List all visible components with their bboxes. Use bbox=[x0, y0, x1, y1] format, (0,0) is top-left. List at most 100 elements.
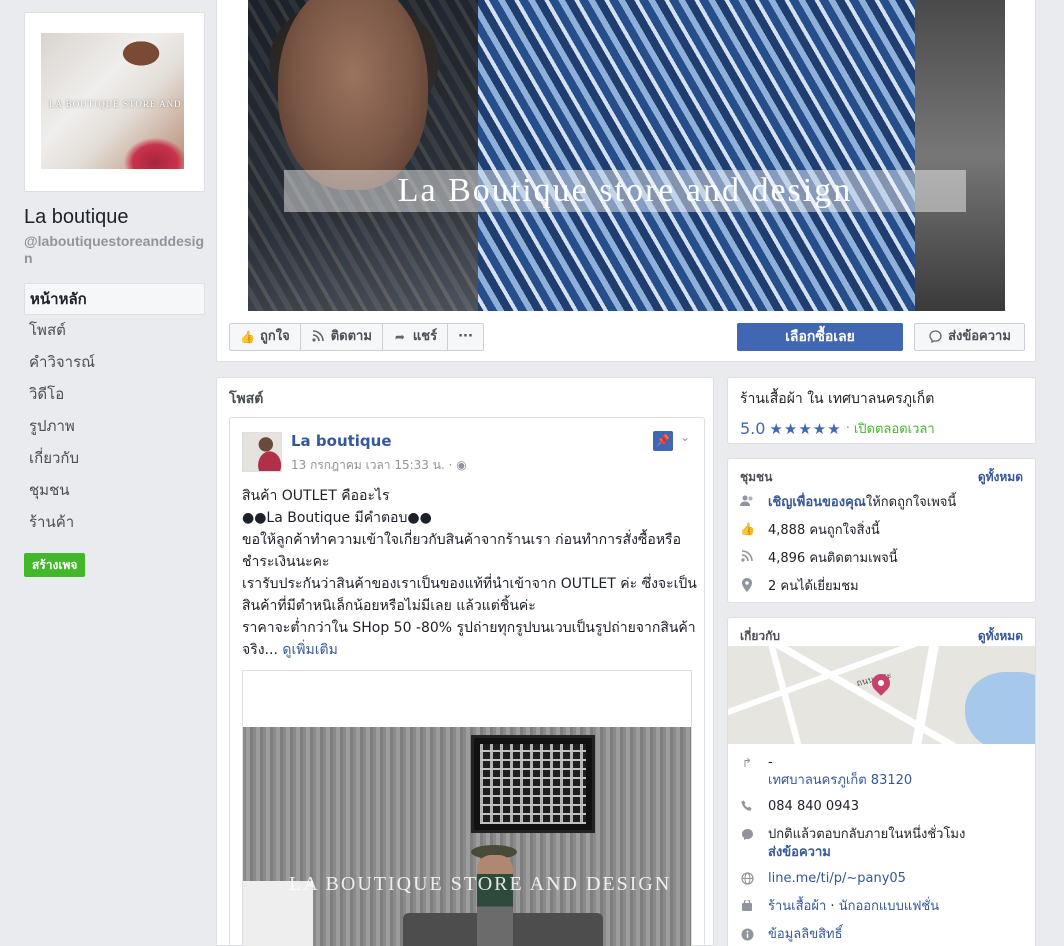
nav-item-photos[interactable]: รูปภาพ bbox=[24, 411, 205, 443]
about-card: เกี่ยวกับ ดูทั้งหมด ถนน กระ ↱ - เทศบาลนค… bbox=[727, 617, 1036, 946]
share-label: แชร์ bbox=[412, 329, 438, 344]
more-button[interactable]: ··· bbox=[447, 323, 484, 351]
shop-tag-icon bbox=[740, 898, 754, 914]
nav-item-reviews[interactable]: คำวิจารณ์ bbox=[24, 347, 205, 379]
address-city-link[interactable]: เทศบาลนครภูเก็ต 83120 bbox=[768, 772, 912, 790]
map-lake bbox=[965, 672, 1035, 744]
share-arrow-icon: ➦ bbox=[394, 330, 405, 344]
copyright-link[interactable]: ข้อมูลลิขสิทธิ์ bbox=[768, 926, 843, 944]
like-button[interactable]: 👍 ถูกใจ bbox=[229, 323, 301, 351]
globe-icon bbox=[740, 872, 754, 886]
post-avatar[interactable] bbox=[242, 432, 282, 472]
profile-photo: LA BOUTIQUE STORE AND DESIGN bbox=[41, 33, 184, 169]
copyright-row: ข้อมูลลิขสิทธิ์ bbox=[728, 926, 1035, 944]
invite-friends-icon bbox=[740, 494, 754, 508]
profile-watermark: LA BOUTIQUE STORE AND DESIGN bbox=[49, 99, 184, 109]
category-link-clothing[interactable]: ร้านเสื้อผ้า bbox=[768, 899, 826, 914]
photo-watermark: LA BOUTIQUE STORE AND DESIGN bbox=[289, 873, 672, 895]
post-line: เรารับประกันว่าสินค้าของเราเป็นของแท้ที่… bbox=[242, 576, 697, 614]
cover-right-shade bbox=[915, 0, 1005, 311]
store-category[interactable]: ร้านเสื้อผ้า ใน เทศบาลนครภูเก็ต bbox=[740, 388, 1023, 410]
nav-item-home[interactable]: หน้าหลัก bbox=[24, 283, 205, 315]
rating-row: 5.0 ★★★★★ · เปิดตลอดเวลา bbox=[740, 418, 1023, 439]
send-message-button[interactable]: ส่งข้อความ bbox=[914, 323, 1025, 351]
invite-row: เชิญเพื่อนของคุณ ให้กดถูกใจเพจนี้ bbox=[728, 487, 1035, 515]
messenger-icon bbox=[740, 828, 754, 842]
category-link-designer[interactable]: นักออกแบบแฟชั่น bbox=[839, 899, 939, 914]
post-author[interactable]: La boutique bbox=[291, 432, 392, 450]
like-label: ถูกใจ bbox=[260, 329, 290, 344]
category-row: ร้านเสื้อผ้า · นักออกแบบแฟชั่น bbox=[728, 898, 1035, 916]
posts-section-title[interactable]: โพสต์ bbox=[229, 388, 263, 410]
nav-item-shop[interactable]: ร้านค้า bbox=[24, 507, 205, 539]
nav-item-community[interactable]: ชุมชน bbox=[24, 475, 205, 507]
category-separator: · bbox=[826, 899, 839, 914]
post-line: ขอให้ลูกค้าทำความเข้าใจเกี่ยวกับสินค้าจา… bbox=[242, 532, 681, 570]
about-send-message-link[interactable]: ส่งข้อความ bbox=[768, 844, 965, 862]
page-actions: 👍 ถูกใจ ติดตาม ➦ แชร์ ··· bbox=[229, 323, 484, 351]
community-card: ชุมชน ดูทั้งหมด เชิญเพื่อนของคุณ ให้กดถู… bbox=[727, 458, 1036, 603]
address-line1: - bbox=[768, 755, 773, 770]
cover-photo[interactable]: La Boutique store and design bbox=[248, 0, 1005, 311]
nav-item-about[interactable]: เกี่ยวกับ bbox=[24, 443, 205, 475]
community-header: ชุมชน ดูทั้งหมด bbox=[728, 459, 1035, 487]
open-status: เปิดตลอดเวลา bbox=[853, 422, 935, 437]
page-name[interactable]: La boutique bbox=[24, 206, 205, 229]
community-see-all[interactable]: ดูทั้งหมด bbox=[978, 468, 1023, 487]
nav-item-posts[interactable]: โพสต์ bbox=[24, 315, 205, 347]
about-see-all[interactable]: ดูทั้งหมด bbox=[978, 627, 1023, 646]
post-image[interactable]: LA BOUTIQUE STORE AND DESIGN bbox=[242, 670, 692, 946]
response-row: ปกติแล้วตอบกลับภายในหนึ่งชั่วโมง ส่งข้อค… bbox=[728, 826, 1035, 862]
about-title[interactable]: เกี่ยวกับ bbox=[740, 627, 780, 646]
posts-section: โพสต์ La boutique 13 กรกฎาคม เวลา 15:33 … bbox=[216, 377, 714, 946]
community-title[interactable]: ชุมชน bbox=[740, 468, 772, 487]
directions-icon: ↱ bbox=[741, 756, 753, 770]
checkins-count: 2 คนได้เยี่ยมชม bbox=[768, 578, 859, 594]
more-icon: ··· bbox=[458, 329, 473, 344]
pinned-post: La boutique 13 กรกฎาคม เวลา 15:33 น. · ◉… bbox=[229, 417, 705, 946]
post-line: ●●La Boutique มีคำตอบ●● bbox=[242, 510, 432, 526]
rating-value[interactable]: 5.0 bbox=[740, 419, 765, 438]
see-more-link[interactable]: ดูเพิ่มเติม bbox=[282, 642, 337, 658]
post-photo: LA BOUTIQUE STORE AND DESIGN bbox=[243, 727, 691, 946]
page-nav: หน้าหลัก โพสต์ คำวิจารณ์ วิดีโอ รูปภาพ เ… bbox=[24, 283, 205, 539]
response-time: ปกติแล้วตอบกลับภายในหนึ่งชั่วโมง bbox=[768, 827, 966, 842]
nav-item-videos[interactable]: วิดีโอ bbox=[24, 379, 205, 411]
profile-picture[interactable]: LA BOUTIQUE STORE AND DESIGN bbox=[24, 12, 205, 192]
post-line: ราคาจะต่ำกว่าใน SHop 50 -80% รูปถ่ายทุกร… bbox=[242, 617, 698, 661]
rss-icon bbox=[311, 330, 325, 344]
likes-row: 👍 4,888 คนถูกใจสิ่งนี้ bbox=[728, 515, 1035, 543]
cover-face bbox=[278, 0, 428, 190]
phone-number: 084 840 0943 bbox=[768, 799, 859, 814]
address-row: ↱ - เทศบาลนครภูเก็ต 83120 bbox=[728, 754, 1035, 790]
address-block: - เทศบาลนครภูเก็ต 83120 bbox=[768, 754, 912, 790]
likes-count: 4,888 คนถูกใจสิ่งนี้ bbox=[768, 522, 880, 538]
thumbs-up-icon: 👍 bbox=[740, 522, 755, 536]
location-map[interactable]: ถนน กระ bbox=[728, 646, 1035, 744]
left-column: LA BOUTIQUE STORE AND DESIGN La boutique… bbox=[24, 12, 205, 577]
website-link[interactable]: line.me/ti/p/~pany05 bbox=[768, 870, 906, 888]
globe-icon: ◉ bbox=[456, 458, 467, 472]
store-info-card: ร้านเสื้อผ้า ใน เทศบาลนครภูเก็ต 5.0 ★★★★… bbox=[727, 377, 1036, 444]
follows-count: 4,896 คนติดตามเพจนี้ bbox=[768, 550, 898, 566]
messenger-icon bbox=[928, 330, 942, 344]
website-row: line.me/ti/p/~pany05 bbox=[728, 870, 1035, 888]
invite-friends-link[interactable]: เชิญเพื่อนของคุณ bbox=[768, 491, 866, 512]
pin-icon: 📌 bbox=[653, 431, 673, 451]
share-button[interactable]: ➦ แชร์ bbox=[381, 323, 449, 351]
post-timestamp[interactable]: 13 กรกฎาคม เวลา 15:33 น. · bbox=[291, 458, 456, 472]
info-icon bbox=[740, 928, 754, 942]
create-page-button[interactable]: สร้างเพจ bbox=[24, 553, 86, 577]
shop-now-button[interactable]: เลือกซื้อเลย bbox=[737, 323, 903, 351]
model bbox=[477, 855, 513, 946]
follow-button[interactable]: ติดตาม bbox=[299, 323, 383, 351]
cover-title: La Boutique store and design bbox=[284, 170, 966, 212]
star-rating-icon[interactable]: ★★★★★ bbox=[769, 420, 841, 438]
checkins-row: 2 คนได้เยี่ยมชม bbox=[728, 571, 1035, 599]
chevron-down-icon[interactable]: ⌄ bbox=[680, 430, 690, 444]
poster-art bbox=[471, 735, 595, 833]
response-block: ปกติแล้วตอบกลับภายในหนึ่งชั่วโมง ส่งข้อค… bbox=[768, 826, 965, 862]
post-text: สินค้า OUTLET คืออะไร ●●La Boutique มีคำ… bbox=[242, 485, 698, 661]
phone-icon bbox=[740, 800, 754, 814]
page-handle[interactable]: @laboutiquestoreanddesign bbox=[24, 233, 205, 267]
